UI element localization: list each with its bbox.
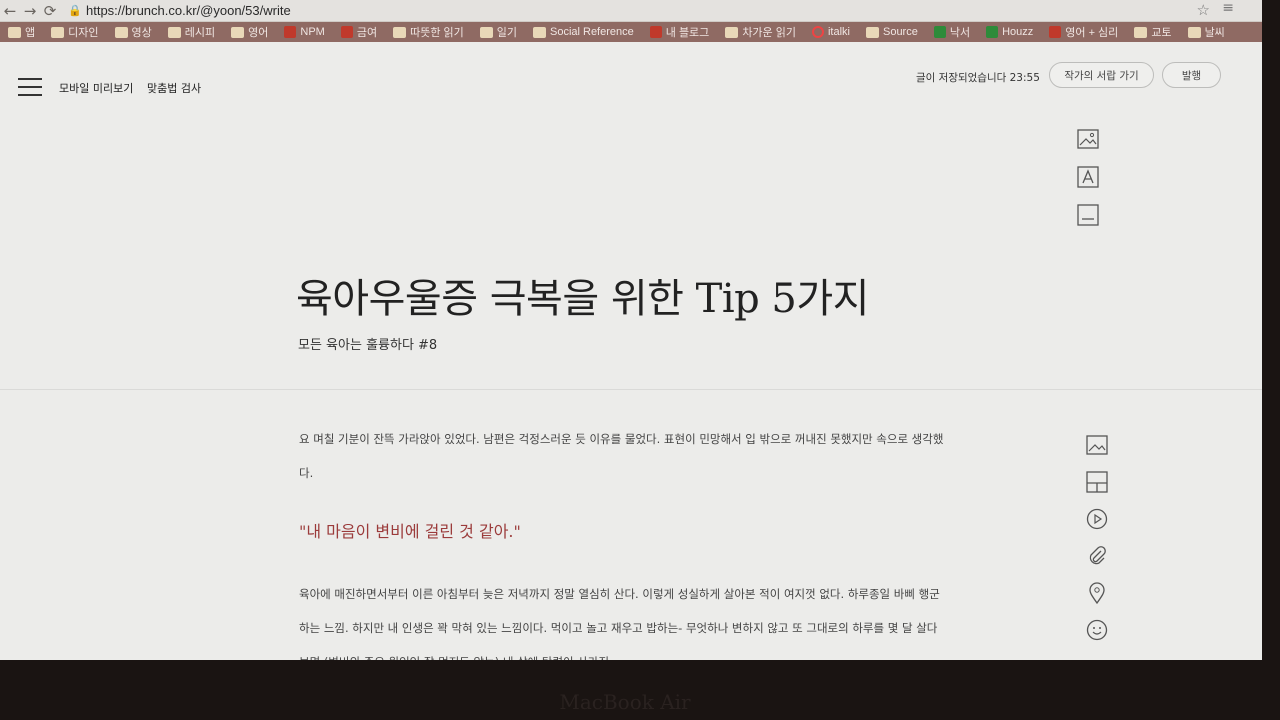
italki-icon [811,26,824,38]
kyoto-icon [1134,26,1148,38]
cover-toolbar [1077,128,1101,242]
bookmark-link[interactable]: 날씨 [1180,24,1233,40]
menu-icon[interactable]: ≡ [1222,0,1234,16]
reload-icon[interactable]: ⟳ [40,1,60,21]
bookmark-folder[interactable]: Social Reference [525,26,642,38]
text-style-icon[interactable] [1077,166,1099,188]
cover-image-icon[interactable] [1077,128,1099,150]
bookmark-folder[interactable]: Source [858,26,926,38]
folder-icon [231,26,245,38]
hamburger-icon[interactable] [18,78,42,96]
drawer-button[interactable]: 작가의 서랍 가기 [1049,62,1154,88]
diary-icon [479,26,493,38]
bookmarks-bar: 앱 디자인 영상 레시피 영어 NPM 금여 따뜻한 읽기 일기 Social … [0,22,1262,42]
bookmark-link[interactable]: 영어 + 심리 [1041,24,1126,40]
npm-icon [284,26,297,38]
weather-icon [1187,26,1201,38]
bookmark-apps[interactable]: 앱 [0,24,43,40]
location-pin-icon[interactable] [1086,582,1108,604]
spell-check-link[interactable]: 맞춤법 검사 [147,80,201,96]
screen: ← → ⟳ 🔒 https://brunch.co.kr/@yoon/53/wr… [0,0,1262,660]
bookmark-link[interactable]: 내 블로그 [642,24,718,40]
bookmark-link[interactable]: 교토 [1126,24,1179,40]
body-toolbar [1086,434,1112,656]
publish-button[interactable]: 발행 [1162,62,1221,88]
bookmark-link[interactable]: Houzz [978,26,1041,38]
houzz-icon [986,26,999,38]
folder-icon [51,26,65,38]
bookmark-folder[interactable]: 디자인 [43,24,106,40]
title-layout-icon[interactable] [1077,204,1099,226]
bookmark-folder[interactable]: 차가운 읽기 [717,24,804,40]
w-icon [933,26,946,38]
post-subtitle[interactable]: 모든 육아는 훌륭하다 #8 [298,334,437,353]
folder-icon [114,26,128,38]
paperclip-icon[interactable] [1086,545,1108,567]
bookmark-link[interactable]: 일기 [472,24,525,40]
divider [0,389,1262,390]
grid-layout-icon[interactable] [1086,471,1108,493]
back-icon[interactable]: ← [0,1,20,21]
bookmark-link[interactable]: 낙서 [926,24,978,40]
video-icon[interactable] [1086,508,1108,530]
bookmark-link[interactable]: 금여 [333,24,385,40]
bookmark-folder[interactable]: 레시피 [160,24,223,40]
post-title[interactable]: 육아우울증 극복을 위한 Tip 5가지 [296,266,870,324]
folder-icon [532,26,546,38]
address-bar[interactable]: https://brunch.co.kr/@yoon/53/write [86,3,291,18]
save-status: 글이 저장되었습니다 23:55 [916,72,1040,84]
bookmark-link[interactable]: italki [804,26,858,38]
folder-icon [167,26,181,38]
paragraph-body[interactable]: 육아에 매진하면서부터 이른 아침부터 늦은 저녁까지 정말 열심히 산다. 이… [299,577,949,660]
paragraph-intro[interactable]: 요 며칠 기분이 잔뜩 가라앉아 있었다. 남편은 걱정스러운 듯 이유를 물었… [299,422,949,490]
apps-icon [8,26,21,38]
laptop-bezel-label: MacBook Air [559,690,691,714]
emoticon-icon[interactable] [1086,619,1108,641]
folder-icon [725,26,739,38]
folder-icon [393,26,407,38]
folder-icon [865,26,879,38]
image-icon[interactable] [1086,434,1108,456]
bookmark-npm[interactable]: NPM [276,26,332,38]
mobile-preview-link[interactable]: 모바일 미리보기 [59,80,133,96]
forward-icon[interactable]: → [20,1,40,21]
shield-icon [1049,26,1062,38]
star-icon[interactable]: ☆ [1197,1,1210,19]
browser-toolbar: ← → ⟳ 🔒 https://brunch.co.kr/@yoon/53/wr… [0,0,1262,22]
lock-icon: 🔒 [68,3,82,17]
brunch-editor: 모바일 미리보기 맞춤법 검사 글이 저장되었습니다 23:55 작가의 서랍 … [0,42,1262,660]
bookmark-folder[interactable]: 영어 [223,24,276,40]
shield-icon [340,26,353,38]
quote[interactable]: "내 마음이 변비에 걸린 것 같아." [299,518,521,542]
blog-icon [649,26,662,38]
bookmark-folder[interactable]: 영상 [107,24,160,40]
bookmark-folder[interactable]: 따뜻한 읽기 [385,24,472,40]
